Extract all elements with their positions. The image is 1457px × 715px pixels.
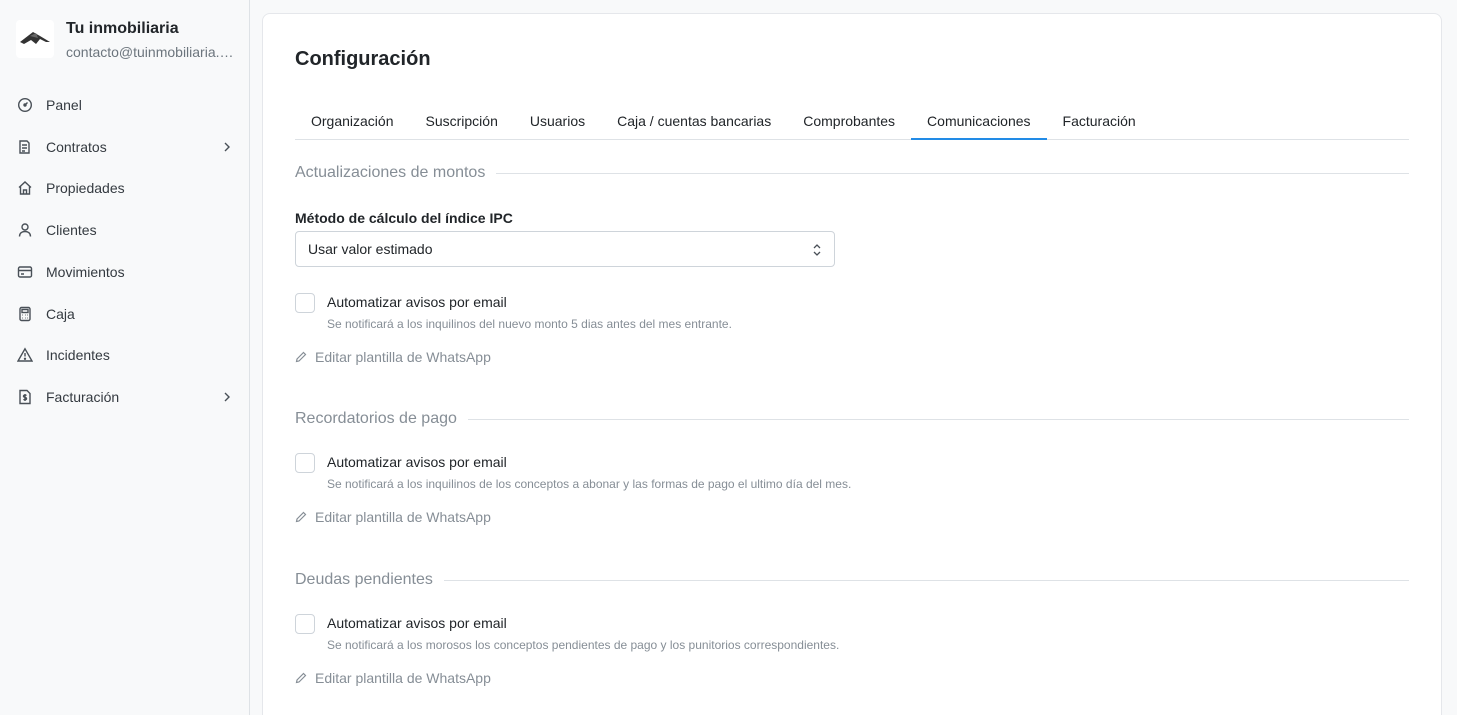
checkbox-label: Automatizar avisos por email (327, 294, 507, 310)
home-icon (16, 179, 34, 197)
email-automation-checkbox[interactable] (295, 614, 315, 634)
email-notice-montos: Automatizar avisos por email Se notifica… (295, 293, 1195, 333)
sidebar-item-contratos[interactable]: Contratos (16, 130, 234, 164)
section-title: Recordatorios de pago (295, 410, 457, 427)
sidebar-item-label: Panel (46, 97, 82, 113)
organization-header[interactable]: Tu inmobiliaria contacto@tuinmobiliaria.… (16, 18, 236, 62)
sidebar-item-label: Contratos (46, 139, 107, 155)
invoice-icon (16, 388, 34, 406)
sidebar-item-propiedades[interactable]: Propiedades (16, 171, 234, 205)
chevron-up-down-icon (812, 243, 822, 262)
pencil-icon (295, 350, 309, 364)
sidebar-item-label: Movimientos (46, 264, 125, 280)
page-title: Configuración (295, 48, 431, 70)
chevron-right-icon (220, 390, 234, 404)
email-automation-checkbox[interactable] (295, 453, 315, 473)
section-divider (443, 579, 1409, 581)
ipc-method-select[interactable]: Usar valor estimado (295, 231, 835, 267)
edit-whatsapp-template-montos[interactable]: Editar plantilla de WhatsApp (295, 349, 491, 365)
chevron-right-icon (220, 140, 234, 154)
checkbox-label: Automatizar avisos por email (327, 454, 507, 470)
sidebar-item-label: Caja (46, 306, 75, 322)
tab-usuarios[interactable]: Usuarios (514, 108, 601, 140)
sidebar-item-facturacion[interactable]: Facturación (16, 380, 234, 414)
section-header-recordatorios: Recordatorios de pago (295, 410, 1409, 428)
organization-email: contacto@tuinmobiliaria.com (66, 44, 236, 60)
link-label: Editar plantilla de WhatsApp (315, 349, 491, 365)
sidebar-item-panel[interactable]: Panel (16, 88, 234, 122)
email-notice-deudas: Automatizar avisos por email Se notifica… (295, 614, 1195, 654)
tab-suscripcion[interactable]: Suscripción (410, 108, 514, 140)
gauge-icon (16, 96, 34, 114)
sidebar-item-label: Facturación (46, 389, 120, 405)
tab-facturacion[interactable]: Facturación (1047, 108, 1152, 140)
sidebar-item-movimientos[interactable]: Movimientos (16, 255, 234, 289)
checkbox-description: Se notificará a los inquilinos del nuevo… (327, 317, 732, 331)
section-divider (467, 418, 1409, 420)
sidebar-item-label: Incidentes (46, 347, 110, 363)
pencil-icon (295, 510, 309, 524)
edit-whatsapp-template-recordatorios[interactable]: Editar plantilla de WhatsApp (295, 509, 491, 525)
tab-caja-cuentas-bancarias[interactable]: Caja / cuentas bancarias (601, 108, 787, 140)
checkbox-label: Automatizar avisos por email (327, 615, 507, 631)
user-icon (16, 221, 34, 239)
section-header-deudas: Deudas pendientes (295, 571, 1409, 589)
section-divider (496, 172, 1409, 174)
pencil-icon (295, 671, 309, 685)
sidebar-item-clientes[interactable]: Clientes (16, 213, 234, 247)
tab-comunicaciones[interactable]: Comunicaciones (911, 108, 1047, 140)
email-automation-checkbox[interactable] (295, 293, 315, 313)
warning-icon (16, 346, 34, 364)
sidebar-item-caja[interactable]: Caja (16, 297, 234, 331)
section-header-montos: Actualizaciones de montos (295, 164, 1409, 182)
tab-comprobantes[interactable]: Comprobantes (787, 108, 911, 140)
credit-card-icon (16, 263, 34, 281)
edit-whatsapp-template-deudas[interactable]: Editar plantilla de WhatsApp (295, 670, 491, 686)
link-label: Editar plantilla de WhatsApp (315, 670, 491, 686)
sidebar: Tu inmobiliaria contacto@tuinmobiliaria.… (0, 0, 250, 715)
section-title: Deudas pendientes (295, 571, 433, 588)
checkbox-description: Se notificará a los morosos los concepto… (327, 638, 840, 652)
settings-tabs: Organización Suscripción Usuarios Caja /… (295, 108, 1409, 140)
sidebar-item-incidentes[interactable]: Incidentes (16, 338, 234, 372)
house-logo-icon (16, 20, 54, 58)
settings-card: Configuración Organización Suscripción U… (262, 13, 1442, 715)
section-title: Actualizaciones de montos (295, 164, 486, 181)
email-notice-recordatorios: Automatizar avisos por email Se notifica… (295, 453, 1195, 493)
sidebar-item-label: Clientes (46, 222, 97, 238)
organization-name: Tu inmobiliaria (66, 20, 179, 37)
tab-organizacion[interactable]: Organización (295, 108, 410, 140)
contract-icon (16, 138, 34, 156)
select-value: Usar valor estimado (308, 241, 433, 257)
checkbox-description: Se notificará a los inquilinos de los co… (327, 477, 852, 491)
calculator-icon (16, 305, 34, 323)
link-label: Editar plantilla de WhatsApp (315, 509, 491, 525)
sidebar-item-label: Propiedades (46, 180, 125, 196)
ipc-method-label: Método de cálculo del índice IPC (295, 210, 513, 226)
